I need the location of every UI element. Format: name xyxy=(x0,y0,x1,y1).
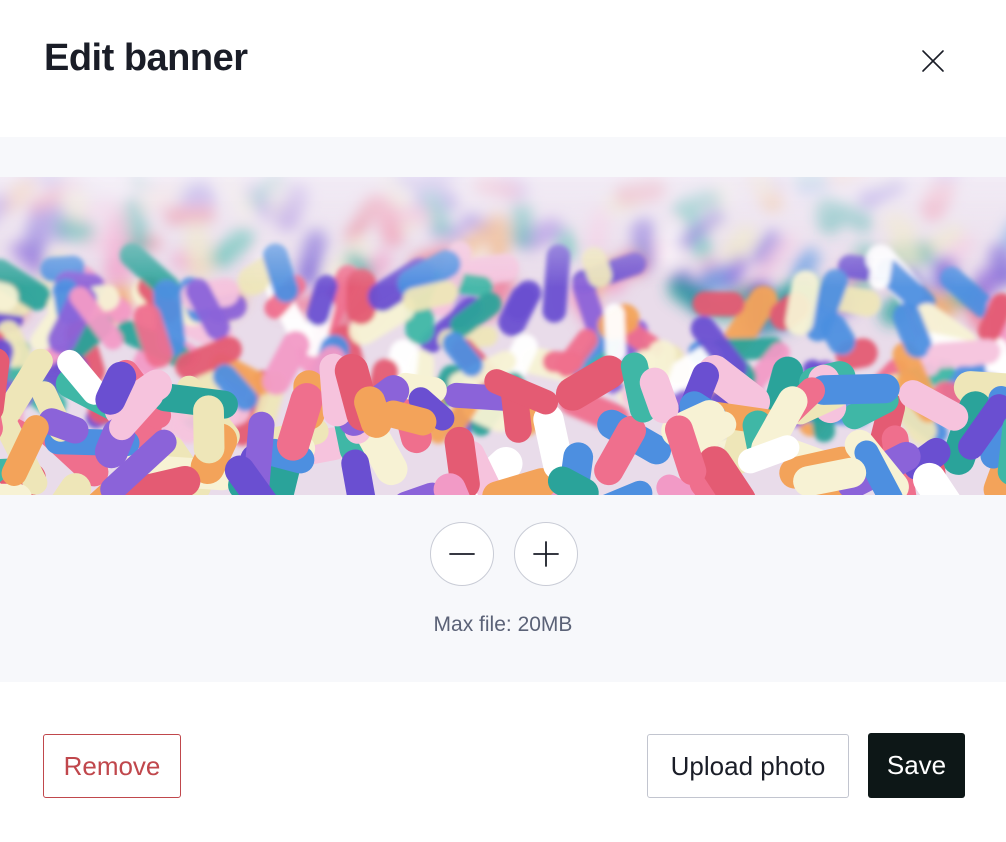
zoom-out-button[interactable] xyxy=(430,522,494,586)
edit-banner-dialog: Edit banner Max file: 20MB Remove Upload… xyxy=(0,0,1006,842)
remove-button[interactable]: Remove xyxy=(43,734,181,798)
sprinkles-image xyxy=(0,177,1006,495)
dialog-header: Edit banner xyxy=(0,0,1006,137)
close-icon xyxy=(922,50,944,72)
upload-photo-button[interactable]: Upload photo xyxy=(647,734,849,798)
minus-icon xyxy=(449,553,475,555)
max-file-size-text: Max file: 20MB xyxy=(433,613,573,636)
save-button[interactable]: Save xyxy=(868,733,965,798)
plus-icon xyxy=(533,541,559,567)
close-button[interactable] xyxy=(913,41,953,81)
dialog-title: Edit banner xyxy=(44,37,248,79)
banner-editor: Max file: 20MB xyxy=(0,137,1006,682)
dialog-footer: Remove Upload photo Save xyxy=(0,682,1006,842)
zoom-in-button[interactable] xyxy=(514,522,578,586)
banner-image[interactable] xyxy=(0,177,1006,495)
